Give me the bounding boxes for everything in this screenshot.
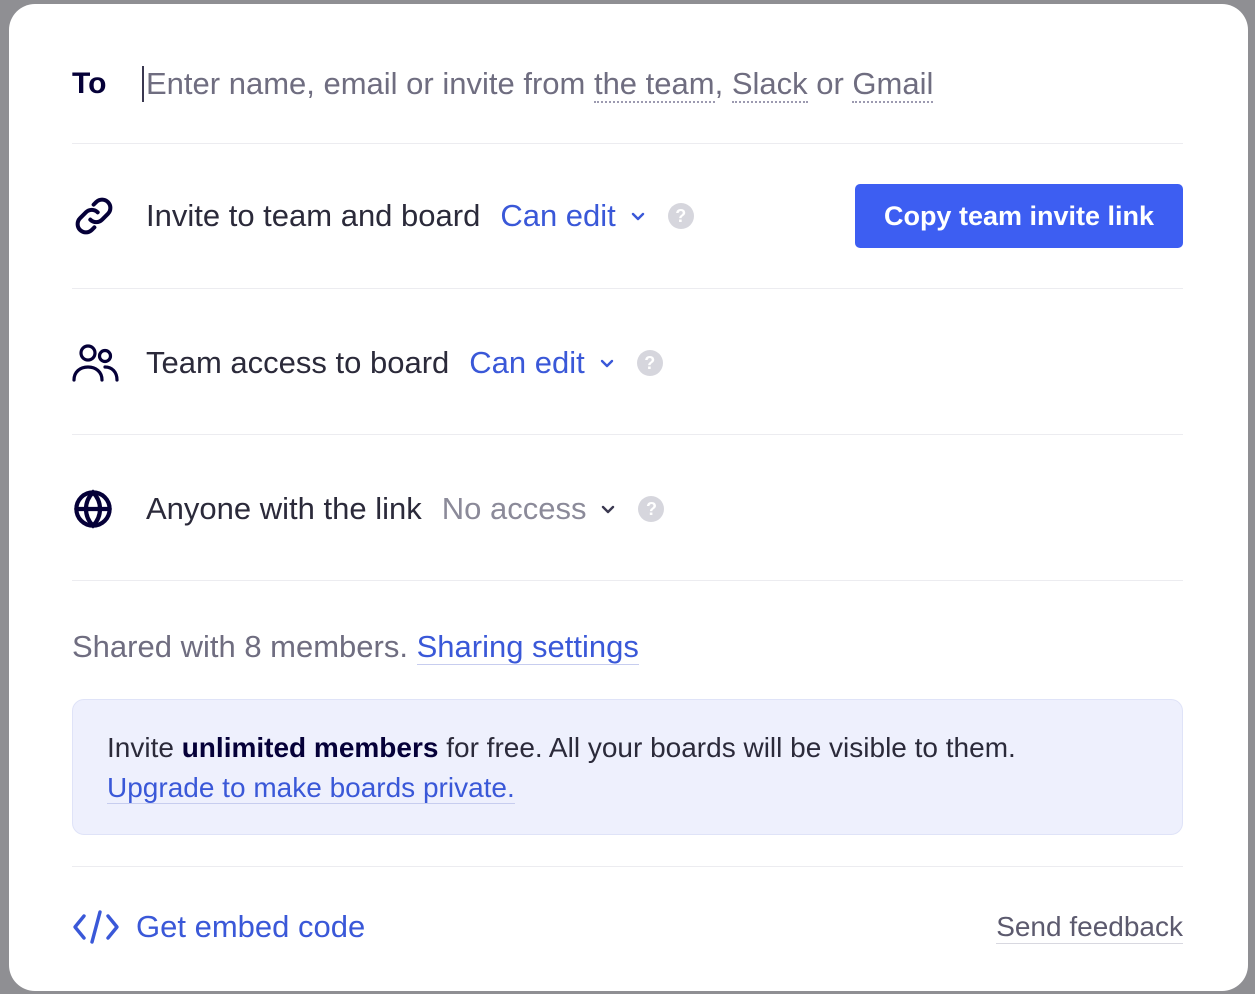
divider xyxy=(72,434,1183,435)
copy-team-invite-link-button[interactable]: Copy team invite link xyxy=(855,184,1183,248)
invite-permission-dropdown[interactable]: Can edit xyxy=(500,198,645,234)
invite-from-slack-link[interactable]: Slack xyxy=(731,66,808,103)
footer-row: Get embed code Send feedback xyxy=(72,902,1183,952)
upgrade-link[interactable]: Upgrade to make boards private. xyxy=(107,772,515,804)
invite-team-board-row: Invite to team and board Can edit ? Copy… xyxy=(72,184,1183,248)
share-dialog: To Enter name, email or invite from the … xyxy=(9,4,1248,991)
send-feedback-link[interactable]: Send feedback xyxy=(996,911,1183,944)
get-embed-code-label: Get embed code xyxy=(136,909,366,944)
info-suffix: for free. All your boards will be visibl… xyxy=(438,732,1016,763)
invite-input[interactable]: Enter name, email or invite from the tea… xyxy=(142,66,934,103)
divider xyxy=(72,288,1183,289)
to-row: To Enter name, email or invite from the … xyxy=(72,62,1183,106)
team-icon xyxy=(72,339,120,387)
link-permission-value: No access xyxy=(441,491,587,526)
globe-icon xyxy=(72,485,120,533)
team-permission-dropdown[interactable]: Can edit xyxy=(469,345,614,381)
help-icon[interactable]: ? xyxy=(667,203,694,229)
info-prefix: Invite xyxy=(107,732,182,763)
team-permission-value: Can edit xyxy=(469,345,585,380)
team-access-label: Team access to board xyxy=(146,345,450,380)
divider xyxy=(72,866,1183,867)
invite-permission-value: Can edit xyxy=(500,198,616,233)
link-permission-dropdown[interactable]: No access xyxy=(442,491,617,527)
chevron-down-icon xyxy=(600,501,616,517)
code-icon xyxy=(72,907,120,947)
chevron-down-icon xyxy=(630,208,646,224)
team-access-row: Team access to board Can edit ? xyxy=(72,333,1183,393)
help-icon[interactable]: ? xyxy=(636,350,663,376)
link-icon xyxy=(72,192,120,240)
to-label: To xyxy=(72,67,107,100)
invite-input-placeholder: Enter name, email or invite from xyxy=(146,66,594,101)
upgrade-info-text: Invite unlimited members for free. All y… xyxy=(107,728,1016,808)
shared-row: Shared with 8 members. Sharing settings xyxy=(72,622,1183,672)
get-embed-code-button[interactable]: Get embed code xyxy=(72,907,365,947)
upgrade-info-box: Invite unlimited members for free. All y… xyxy=(72,699,1183,835)
invite-separator-comma: , xyxy=(714,66,732,101)
invite-separator-or: or xyxy=(807,66,853,101)
invite-from-team-link[interactable]: the team xyxy=(593,66,715,103)
anyone-link-label: Anyone with the link xyxy=(146,491,422,526)
divider xyxy=(72,580,1183,581)
shared-members-count-text: Shared with 8 members. xyxy=(72,629,417,664)
shared-members-text: Shared with 8 members. Sharing settings xyxy=(72,629,639,665)
invite-team-board-label: Invite to team and board xyxy=(146,198,481,233)
anyone-link-row: Anyone with the link No access ? xyxy=(72,479,1183,539)
invite-from-gmail-link[interactable]: Gmail xyxy=(852,66,934,103)
help-icon[interactable]: ? xyxy=(638,496,665,522)
sharing-settings-link[interactable]: Sharing settings xyxy=(416,629,639,665)
chevron-down-icon xyxy=(599,355,615,371)
info-bold-text: unlimited members xyxy=(181,732,439,763)
divider xyxy=(72,143,1183,144)
